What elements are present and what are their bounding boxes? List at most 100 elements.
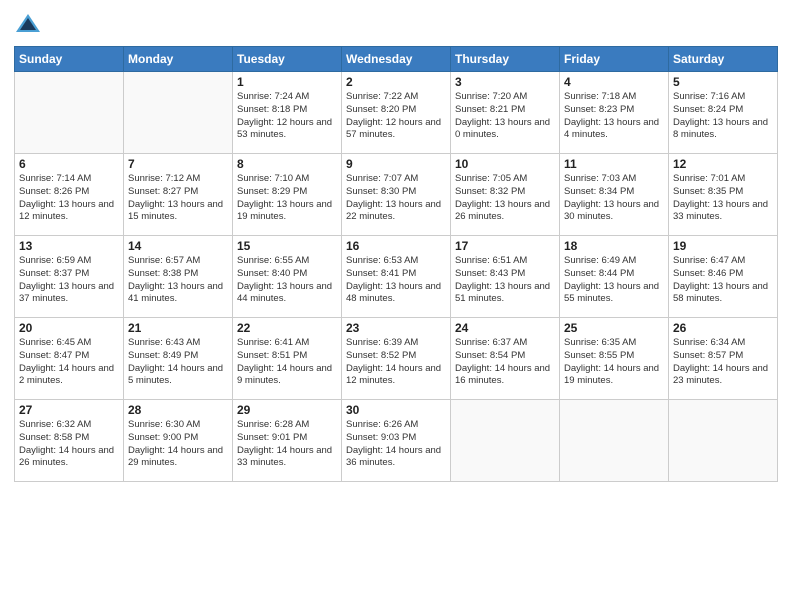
calendar-week-row: 1 Sunrise: 7:24 AMSunset: 8:18 PMDaylight… <box>15 72 778 154</box>
day-number: 30 <box>346 403 446 417</box>
day-info: Sunrise: 7:22 AMSunset: 8:20 PMDaylight:… <box>346 91 446 142</box>
day-number: 10 <box>455 157 555 171</box>
calendar-week-row: 13 Sunrise: 6:59 AMSunset: 8:37 PMDayligh… <box>15 236 778 318</box>
day-number: 4 <box>564 75 664 89</box>
day-header: Sunday <box>15 47 124 72</box>
day-info: Sunrise: 7:05 AMSunset: 8:32 PMDaylight:… <box>455 173 555 224</box>
day-info: Sunrise: 6:47 AMSunset: 8:46 PMDaylight:… <box>673 255 773 306</box>
calendar-day-cell: 10 Sunrise: 7:05 AMSunset: 8:32 PMDayligh… <box>451 154 560 236</box>
day-info: Sunrise: 7:20 AMSunset: 8:21 PMDaylight:… <box>455 91 555 142</box>
day-info: Sunrise: 6:37 AMSunset: 8:54 PMDaylight:… <box>455 337 555 388</box>
day-info: Sunrise: 6:41 AMSunset: 8:51 PMDaylight:… <box>237 337 337 388</box>
calendar-header-row: SundayMondayTuesdayWednesdayThursdayFrid… <box>15 47 778 72</box>
day-header: Friday <box>560 47 669 72</box>
calendar-day-cell: 4 Sunrise: 7:18 AMSunset: 8:23 PMDaylight… <box>560 72 669 154</box>
day-info: Sunrise: 7:01 AMSunset: 8:35 PMDaylight:… <box>673 173 773 224</box>
calendar-week-row: 27Sunrise: 6:32 AMSunset: 8:58 PMDayligh… <box>15 400 778 482</box>
calendar-day-cell: 17Sunrise: 6:51 AMSunset: 8:43 PMDayligh… <box>451 236 560 318</box>
day-number: 15 <box>237 239 337 253</box>
calendar-day-cell: 13 Sunrise: 6:59 AMSunset: 8:37 PMDayligh… <box>15 236 124 318</box>
day-info: Sunrise: 6:30 AMSunset: 9:00 PMDaylight:… <box>128 419 228 470</box>
day-number: 6 <box>19 157 119 171</box>
day-number: 24 <box>455 321 555 335</box>
day-number: 16 <box>346 239 446 253</box>
day-number: 7 <box>128 157 228 171</box>
calendar-day-cell: 18 Sunrise: 6:49 AMSunset: 8:44 PMDayligh… <box>560 236 669 318</box>
calendar-day-cell: 16 Sunrise: 6:53 AMSunset: 8:41 PMDayligh… <box>342 236 451 318</box>
day-number: 23 <box>346 321 446 335</box>
calendar-day-cell: 25 Sunrise: 6:35 AMSunset: 8:55 PMDayligh… <box>560 318 669 400</box>
day-number: 13 <box>19 239 119 253</box>
calendar-table: SundayMondayTuesdayWednesdayThursdayFrid… <box>14 46 778 482</box>
day-info: Sunrise: 6:57 AMSunset: 8:38 PMDaylight:… <box>128 255 228 306</box>
calendar-container: SundayMondayTuesdayWednesdayThursdayFrid… <box>0 0 792 612</box>
day-info: Sunrise: 6:35 AMSunset: 8:55 PMDaylight:… <box>564 337 664 388</box>
day-info: Sunrise: 6:45 AMSunset: 8:47 PMDaylight:… <box>19 337 119 388</box>
day-header: Thursday <box>451 47 560 72</box>
day-info: Sunrise: 7:10 AMSunset: 8:29 PMDaylight:… <box>237 173 337 224</box>
calendar-day-cell: 1 Sunrise: 7:24 AMSunset: 8:18 PMDaylight… <box>233 72 342 154</box>
calendar-day-cell: 22 Sunrise: 6:41 AMSunset: 8:51 PMDayligh… <box>233 318 342 400</box>
calendar-day-cell: 14Sunrise: 6:57 AMSunset: 8:38 PMDayligh… <box>124 236 233 318</box>
day-header: Monday <box>124 47 233 72</box>
day-info: Sunrise: 6:39 AMSunset: 8:52 PMDaylight:… <box>346 337 446 388</box>
day-number: 22 <box>237 321 337 335</box>
calendar-day-cell: 21 Sunrise: 6:43 AMSunset: 8:49 PMDayligh… <box>124 318 233 400</box>
day-info: Sunrise: 6:49 AMSunset: 8:44 PMDaylight:… <box>564 255 664 306</box>
day-info: Sunrise: 7:18 AMSunset: 8:23 PMDaylight:… <box>564 91 664 142</box>
calendar-day-cell <box>560 400 669 482</box>
day-number: 18 <box>564 239 664 253</box>
calendar-day-cell: 3 Sunrise: 7:20 AMSunset: 8:21 PMDaylight… <box>451 72 560 154</box>
day-number: 2 <box>346 75 446 89</box>
day-info: Sunrise: 6:53 AMSunset: 8:41 PMDaylight:… <box>346 255 446 306</box>
day-number: 28 <box>128 403 228 417</box>
day-info: Sunrise: 7:07 AMSunset: 8:30 PMDaylight:… <box>346 173 446 224</box>
day-number: 5 <box>673 75 773 89</box>
day-info: Sunrise: 7:14 AMSunset: 8:26 PMDaylight:… <box>19 173 119 224</box>
day-number: 29 <box>237 403 337 417</box>
calendar-day-cell <box>451 400 560 482</box>
logo-icon <box>14 10 42 38</box>
calendar-day-cell: 27Sunrise: 6:32 AMSunset: 8:58 PMDayligh… <box>15 400 124 482</box>
calendar-day-cell: 30Sunrise: 6:26 AMSunset: 9:03 PMDayligh… <box>342 400 451 482</box>
day-number: 8 <box>237 157 337 171</box>
day-info: Sunrise: 6:55 AMSunset: 8:40 PMDaylight:… <box>237 255 337 306</box>
calendar-day-cell: 23 Sunrise: 6:39 AMSunset: 8:52 PMDayligh… <box>342 318 451 400</box>
calendar-day-cell <box>15 72 124 154</box>
calendar-day-cell: 20 Sunrise: 6:45 AMSunset: 8:47 PMDayligh… <box>15 318 124 400</box>
calendar-day-cell <box>124 72 233 154</box>
day-info: Sunrise: 6:28 AMSunset: 9:01 PMDaylight:… <box>237 419 337 470</box>
calendar-day-cell: 29 Sunrise: 6:28 AMSunset: 9:01 PMDayligh… <box>233 400 342 482</box>
calendar-day-cell <box>669 400 778 482</box>
calendar-day-cell: 9 Sunrise: 7:07 AMSunset: 8:30 PMDaylight… <box>342 154 451 236</box>
calendar-day-cell: 8 Sunrise: 7:10 AMSunset: 8:29 PMDaylight… <box>233 154 342 236</box>
day-number: 26 <box>673 321 773 335</box>
calendar-day-cell: 5Sunrise: 7:16 AMSunset: 8:24 PMDaylight… <box>669 72 778 154</box>
day-number: 11 <box>564 157 664 171</box>
calendar-day-cell: 7 Sunrise: 7:12 AMSunset: 8:27 PMDaylight… <box>124 154 233 236</box>
calendar-week-row: 6 Sunrise: 7:14 AMSunset: 8:26 PMDaylight… <box>15 154 778 236</box>
day-header: Wednesday <box>342 47 451 72</box>
day-number: 17 <box>455 239 555 253</box>
day-info: Sunrise: 6:43 AMSunset: 8:49 PMDaylight:… <box>128 337 228 388</box>
day-info: Sunrise: 6:59 AMSunset: 8:37 PMDaylight:… <box>19 255 119 306</box>
header <box>14 10 778 38</box>
day-number: 19 <box>673 239 773 253</box>
calendar-day-cell: 26 Sunrise: 6:34 AMSunset: 8:57 PMDayligh… <box>669 318 778 400</box>
day-number: 3 <box>455 75 555 89</box>
day-number: 1 <box>237 75 337 89</box>
day-number: 21 <box>128 321 228 335</box>
day-number: 20 <box>19 321 119 335</box>
day-info: Sunrise: 6:32 AMSunset: 8:58 PMDaylight:… <box>19 419 119 470</box>
calendar-day-cell: 2 Sunrise: 7:22 AMSunset: 8:20 PMDaylight… <box>342 72 451 154</box>
day-info: Sunrise: 6:34 AMSunset: 8:57 PMDaylight:… <box>673 337 773 388</box>
day-number: 25 <box>564 321 664 335</box>
calendar-week-row: 20 Sunrise: 6:45 AMSunset: 8:47 PMDayligh… <box>15 318 778 400</box>
day-number: 12 <box>673 157 773 171</box>
day-info: Sunrise: 7:12 AMSunset: 8:27 PMDaylight:… <box>128 173 228 224</box>
calendar-day-cell: 28 Sunrise: 6:30 AMSunset: 9:00 PMDayligh… <box>124 400 233 482</box>
calendar-day-cell: 6 Sunrise: 7:14 AMSunset: 8:26 PMDaylight… <box>15 154 124 236</box>
day-number: 9 <box>346 157 446 171</box>
day-info: Sunrise: 7:24 AMSunset: 8:18 PMDaylight:… <box>237 91 337 142</box>
day-info: Sunrise: 7:03 AMSunset: 8:34 PMDaylight:… <box>564 173 664 224</box>
